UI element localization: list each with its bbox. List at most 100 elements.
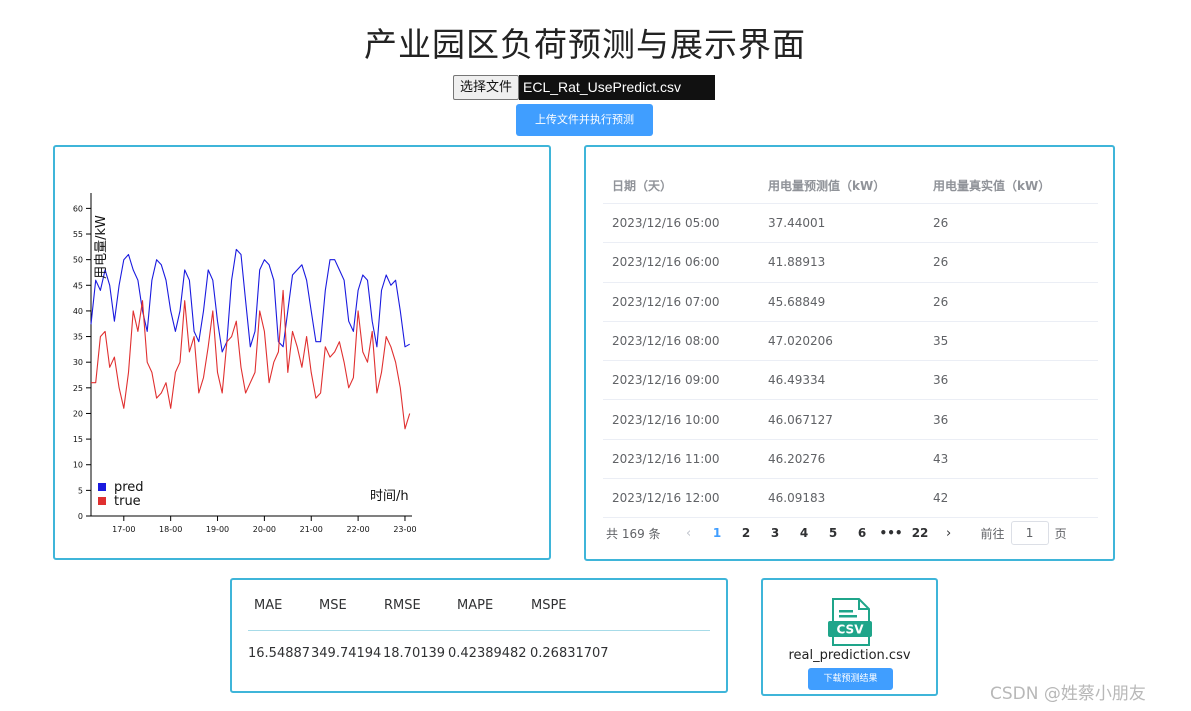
metric-value-mspe: 0.26831707 (530, 646, 609, 661)
x-tick-label: 17-00 (112, 525, 135, 534)
metric-value-mae: 16.54887 (248, 646, 311, 661)
cell-actual: 36 (933, 412, 949, 427)
cell-predicted: 41.88913 (768, 255, 826, 270)
download-button[interactable]: 下载预测结果 (808, 668, 893, 690)
x-tick-label: 21-00 (300, 525, 323, 534)
legend-label-true: true (114, 494, 141, 509)
y-tick-label: 55 (73, 230, 83, 239)
metric-header-rmse: RMSE (384, 598, 421, 613)
y-tick-label: 20 (73, 409, 83, 418)
table-row: 2023/12/16 05:00 37.44001 26 (603, 204, 1098, 244)
metric-header-mae: MAE (254, 598, 283, 613)
goto-page-input[interactable]: 1 (1010, 521, 1049, 545)
metrics-panel: MAE MSE RMSE MAPE MSPE 16.54887 349.7419… (230, 578, 728, 693)
x-tick-label: 23-00 (393, 525, 416, 534)
prev-page-button[interactable]: ‹ (675, 526, 703, 541)
cell-actual: 26 (933, 255, 949, 270)
y-tick-label: 0 (78, 512, 83, 521)
page-button-2[interactable]: 2 (732, 526, 761, 540)
page-button-3[interactable]: 3 (761, 526, 790, 540)
table-row: 2023/12/16 09:00 46.49334 36 (603, 361, 1098, 401)
csv-icon-text: CSV (837, 623, 865, 637)
pagination: 共 169 条 ‹ 1 2 3 4 5 6 ••• 22 › 前往 1 页 (606, 521, 1067, 545)
x-axis-label: 时间/h (370, 489, 409, 504)
y-tick-label: 5 (78, 486, 83, 495)
y-tick-label: 50 (73, 256, 83, 265)
page-button-22[interactable]: 22 (906, 526, 935, 540)
metrics-values: 16.54887 349.74194 18.70139 0.42389482 0… (248, 646, 610, 661)
next-page-button[interactable]: › (935, 526, 963, 541)
y-tick-label: 10 (73, 461, 83, 470)
cell-date: 2023/12/16 06:00 (612, 255, 720, 270)
metrics-header: MAE MSE RMSE MAPE MSPE (254, 598, 591, 613)
page-title: 产业园区负荷预测与展示界面 (364, 25, 806, 64)
cell-date: 2023/12/16 11:00 (612, 451, 720, 466)
metric-header-mspe: MSPE (531, 598, 567, 613)
legend-label-pred: pred (114, 480, 144, 495)
x-tick-label: 22-00 (346, 525, 369, 534)
chart-panel: 0 5 10 15 20 25 30 35 40 45 50 55 60 17-00 18-00 19-00 2… (53, 145, 551, 560)
metrics-divider (248, 630, 710, 631)
legend-swatch-pred (98, 483, 106, 491)
download-file-name: real_prediction.csv (788, 648, 911, 663)
y-tick-label: 40 (73, 307, 83, 316)
cell-actual: 42 (933, 491, 949, 506)
y-axis-label: 用电量/kW (94, 215, 109, 279)
file-picker[interactable]: 选择文件 ECL_Rat_UsePredict.csv (453, 75, 716, 100)
csv-file-icon[interactable]: CSV (827, 598, 873, 648)
series-line-true (91, 289, 411, 430)
table-row: 2023/12/16 08:00 47.020206 35 (603, 322, 1098, 362)
load-forecast-chart: 0 5 10 15 20 25 30 35 40 45 50 55 60 17-00 18-00 19-00 2… (73, 193, 417, 534)
cell-predicted: 46.09183 (768, 491, 826, 506)
watermark: CSDN @姓蔡小朋友 (990, 684, 1146, 704)
cell-actual: 36 (933, 373, 949, 388)
metric-value-rmse: 18.70139 (383, 646, 446, 661)
y-tick-label: 45 (73, 281, 83, 290)
cell-actual: 26 (933, 216, 949, 231)
cell-date: 2023/12/16 08:00 (612, 334, 720, 349)
y-tick-label: 35 (73, 333, 83, 342)
page-button-5[interactable]: 5 (819, 526, 848, 540)
cell-predicted: 47.020206 (768, 334, 833, 349)
cell-predicted: 45.68849 (768, 294, 826, 309)
metric-value-mse: 349.74194 (311, 646, 382, 661)
y-tick-label: 25 (73, 384, 83, 393)
goto-label: 前往 (980, 526, 1005, 541)
x-tick-label: 20-00 (253, 525, 276, 534)
cell-actual: 26 (933, 294, 949, 309)
page-unit-label: 页 (1054, 526, 1067, 541)
legend-swatch-true (98, 497, 106, 505)
cell-predicted: 46.20276 (768, 451, 826, 466)
metric-header-mape: MAPE (457, 598, 494, 613)
cell-date: 2023/12/16 05:00 (612, 216, 720, 231)
x-tick-label: 18-00 (159, 525, 182, 534)
table-row: 2023/12/16 11:00 46.20276 43 (603, 440, 1098, 480)
page-button-1[interactable]: 1 (703, 526, 732, 540)
cell-predicted: 37.44001 (768, 216, 826, 231)
prediction-table-panel: 日期（天） 用电量预测值（kW） 用电量真实值（kW） 2023/12/16 0… (584, 145, 1115, 561)
cell-date: 2023/12/16 10:00 (612, 412, 720, 427)
metric-header-mse: MSE (319, 598, 347, 613)
page-button-4[interactable]: 4 (790, 526, 819, 540)
x-tick-label: 19-00 (206, 525, 229, 534)
table-row: 2023/12/16 10:00 46.067127 36 (603, 400, 1098, 440)
table-row: 2023/12/16 07:00 45.68849 26 (603, 283, 1098, 322)
cell-date: 2023/12/16 09:00 (612, 373, 720, 388)
upload-and-predict-button[interactable]: 上传文件并执行预测 (516, 104, 653, 136)
cell-date: 2023/12/16 12:00 (612, 491, 720, 506)
cell-predicted: 46.49334 (768, 373, 826, 388)
chart-legend: pred true (98, 480, 144, 509)
table-row: 2023/12/16 12:00 46.09183 42 (603, 479, 1098, 519)
header-date: 日期（天） (612, 178, 673, 193)
pagination-total: 共 169 条 (606, 526, 661, 541)
header-predicted: 用电量预测值（kW） (768, 178, 886, 193)
cell-actual: 35 (933, 334, 949, 349)
page-button-6[interactable]: 6 (848, 526, 877, 540)
series-line-pred (90, 248, 410, 353)
cell-actual: 43 (933, 451, 949, 466)
table-row: 2023/12/16 06:00 41.88913 26 (603, 243, 1098, 283)
y-tick-label: 60 (73, 204, 83, 213)
pagination-ellipsis[interactable]: ••• (877, 526, 906, 540)
choose-file-button[interactable]: 选择文件 (453, 75, 520, 100)
header-actual: 用电量真实值（kW） (933, 178, 1051, 193)
